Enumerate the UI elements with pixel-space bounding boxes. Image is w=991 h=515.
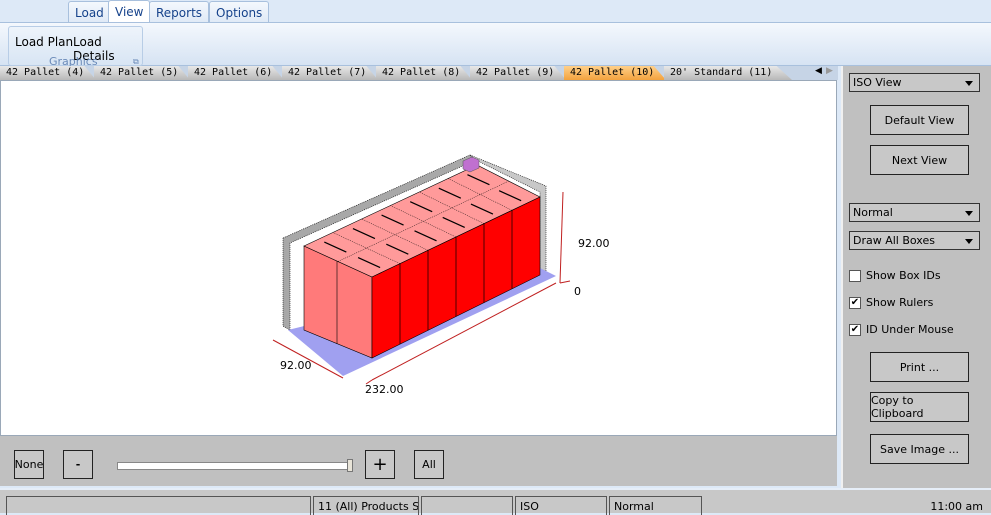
status-panel <box>421 496 513 515</box>
checkbox-label: Show Rulers <box>866 296 934 309</box>
zoom-bar: None - + All <box>0 436 837 486</box>
tab-reports[interactable]: Reports <box>149 1 210 23</box>
doc-tab[interactable]: 42 Pallet (5) <box>94 66 190 80</box>
scroll-left-icon[interactable]: ◀ <box>815 66 822 76</box>
status-render: Normal <box>609 496 702 515</box>
status-bar: 11 (All) Products Sho ISO Normal 11:00 a… <box>0 488 991 515</box>
zoom-all-button[interactable]: All <box>414 450 444 479</box>
ruler-origin-label: 0 <box>574 285 581 298</box>
doc-tab[interactable]: 42 Pallet (4) <box>0 66 96 80</box>
chevron-down-icon <box>965 81 973 86</box>
doc-tab[interactable]: 42 Pallet (9) <box>470 66 566 80</box>
ruler-width-label: 92.00 <box>280 359 312 372</box>
scroll-right-icon[interactable]: ▶ <box>826 66 833 76</box>
tab-load[interactable]: Load <box>68 1 111 23</box>
status-products: 11 (All) Products Sho <box>313 496 419 515</box>
print-button[interactable]: Print ... <box>870 352 969 382</box>
checkbox-label: Show Box IDs <box>866 269 941 282</box>
show-box-ids-checkbox[interactable]: Show Box IDs <box>849 269 941 282</box>
zoom-none-button[interactable]: None <box>14 450 44 479</box>
tab-options[interactable]: Options <box>209 1 270 23</box>
render-select-value: Normal <box>853 206 893 219</box>
zoom-slider-thumb[interactable] <box>347 459 353 472</box>
doc-tab[interactable]: 42 Pallet (7) <box>282 66 378 80</box>
zoom-slider[interactable] <box>117 459 353 472</box>
graphics-group: Load Plan Load Details Graphics ⧉ <box>8 26 143 68</box>
tab-view[interactable]: View <box>108 0 151 24</box>
status-view: ISO <box>515 496 607 515</box>
view-options-panel: ISO View Default View Next View Normal D… <box>841 66 991 488</box>
checkbox[interactable]: ✔ <box>849 296 861 309</box>
view-select-value: ISO View <box>853 76 902 89</box>
checkbox-label: ID Under Mouse <box>866 323 954 336</box>
render-select[interactable]: Normal <box>849 203 980 222</box>
chevron-down-icon <box>965 239 973 244</box>
checkbox[interactable] <box>849 269 861 282</box>
draw-select[interactable]: Draw All Boxes <box>849 231 980 250</box>
load-plan-button[interactable]: Load Plan <box>15 35 73 49</box>
chevron-down-icon <box>965 211 973 216</box>
ruler-height-label: 92.00 <box>578 237 610 250</box>
checkbox[interactable]: ✔ <box>849 323 861 336</box>
doc-tab[interactable]: 42 Pallet (6) <box>188 66 284 80</box>
3d-view[interactable]: 92.00 0 92.00 232.00 <box>0 80 837 436</box>
next-view-button[interactable]: Next View <box>870 145 969 175</box>
doc-tab[interactable]: 42 Pallet (8) <box>376 66 472 80</box>
doc-tab-active[interactable]: 42 Pallet (10) <box>564 66 666 80</box>
document-tabs: 42 Pallet (4) 42 Pallet (5) 42 Pallet (6… <box>0 66 838 80</box>
status-panel <box>6 496 311 515</box>
id-under-mouse-checkbox[interactable]: ✔ ID Under Mouse <box>849 323 954 336</box>
zoom-in-button[interactable]: + <box>365 450 395 479</box>
default-view-button[interactable]: Default View <box>870 105 969 135</box>
copy-to-clipboard-button[interactable]: Copy to Clipboard <box>870 392 969 422</box>
show-rulers-checkbox[interactable]: ✔ Show Rulers <box>849 296 933 309</box>
ribbon: Load Plan Load Details Graphics ⧉ <box>0 22 991 68</box>
status-time: 11:00 am <box>930 500 983 513</box>
view-select[interactable]: ISO View <box>849 73 980 92</box>
doc-tab[interactable]: 20' Standard (11) <box>664 66 792 80</box>
zoom-out-button[interactable]: - <box>63 450 93 479</box>
draw-select-value: Draw All Boxes <box>853 234 935 247</box>
save-image-button[interactable]: Save Image ... <box>870 434 969 464</box>
container-drawing <box>272 154 571 385</box>
ruler-length-label: 232.00 <box>365 383 404 396</box>
